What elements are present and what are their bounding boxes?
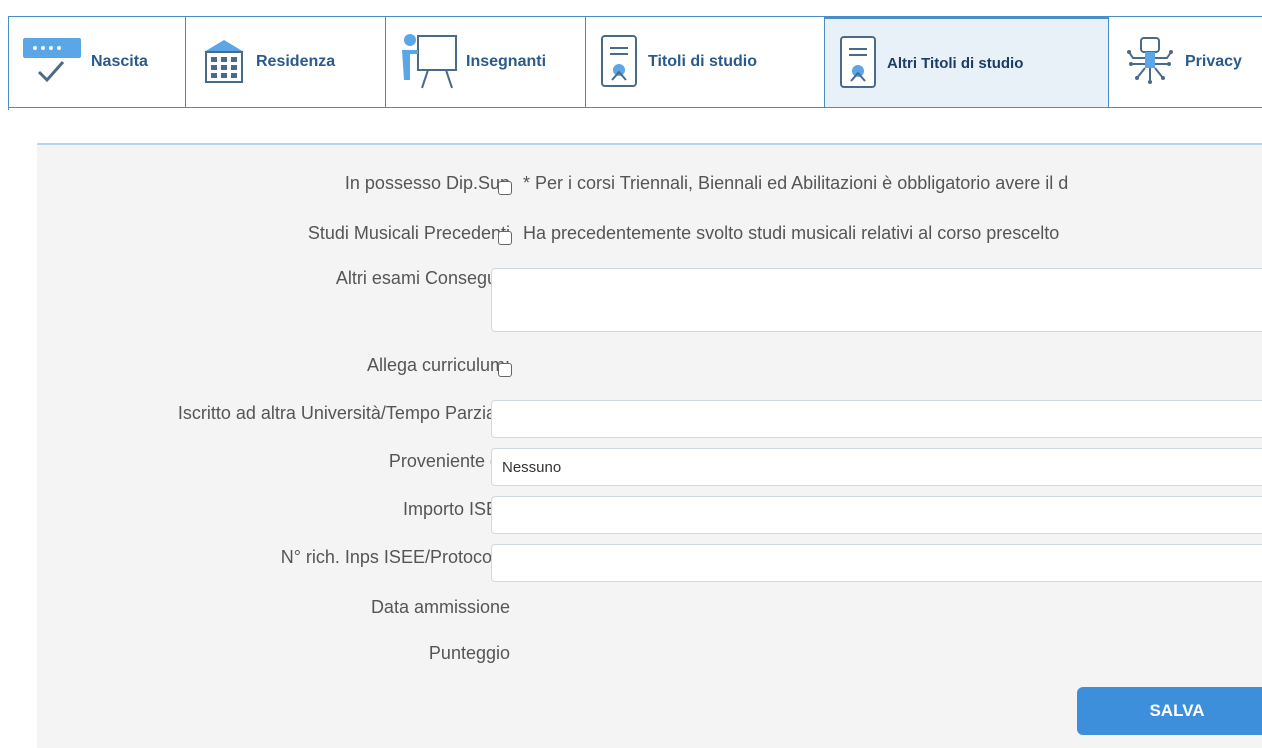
tab-label: Nascita <box>91 53 148 70</box>
building-icon <box>198 34 250 90</box>
tab-altri-titoli-di-studio[interactable]: Altri Titoli di studio <box>825 16 1109 108</box>
iscritto-label: Iscritto ad altra Università/Tempo Parzi… <box>177 403 510 423</box>
tab-titoli-di-studio[interactable]: Titoli di studio <box>586 16 825 108</box>
data-ammissione-label: Data ammissione <box>370 597 510 617</box>
tab-bar: Nascita Residenza Insegnanti Titoli di s… <box>8 16 1262 110</box>
inps-input[interactable] <box>491 544 1262 582</box>
isee-input[interactable] <box>491 496 1262 534</box>
tab-label: Residenza <box>256 53 336 70</box>
curriculum-label: Allega curriculum: <box>366 355 510 375</box>
save-button[interactable]: SALVA <box>1077 687 1262 735</box>
studi-musicali-note: Ha precedentemente svolto studi musicali… <box>523 223 1060 243</box>
tab-insegnanti[interactable]: Insegnanti <box>386 16 586 108</box>
tab-residenza[interactable]: Residenza <box>186 16 386 108</box>
iscritto-input[interactable] <box>491 400 1262 438</box>
proveniente-select[interactable]: Nessuno <box>491 448 1262 486</box>
teacher-board-icon <box>398 30 460 94</box>
studi-musicali-checkbox[interactable] <box>498 231 512 245</box>
tab-nascita[interactable]: Nascita <box>9 16 186 108</box>
circuit-lock-icon <box>1121 34 1179 90</box>
tab-label: Insegnanti <box>466 53 547 70</box>
studi-musicali-label: Studi Musicali Precedenti <box>307 223 510 243</box>
certificate-icon <box>598 32 642 92</box>
punteggio-label: Punteggio <box>428 643 510 663</box>
certificate-icon <box>837 33 881 93</box>
tab-label: Titoli di studio <box>648 53 758 70</box>
altri-esami-label: Altri esami Conseguiti <box>335 268 510 288</box>
form-check-icon <box>21 34 85 90</box>
dip-sup-note: * Per i corsi Triennali, Biennali ed Abi… <box>523 173 1069 193</box>
dip-sup-checkbox[interactable] <box>498 181 512 195</box>
form-panel: In possesso Dip.Sup * Per i corsi Trienn… <box>37 143 1262 748</box>
tab-privacy[interactable]: Privacy <box>1109 16 1262 108</box>
altri-esami-textarea[interactable] <box>491 268 1262 332</box>
curriculum-checkbox[interactable] <box>498 363 512 377</box>
inps-label: N° rich. Inps ISEE/Protocollo <box>280 547 510 567</box>
tab-label: Privacy <box>1185 53 1242 70</box>
tab-label: Altri Titoli di studio <box>887 54 1024 72</box>
dip-sup-label: In possesso Dip.Sup <box>344 173 510 193</box>
